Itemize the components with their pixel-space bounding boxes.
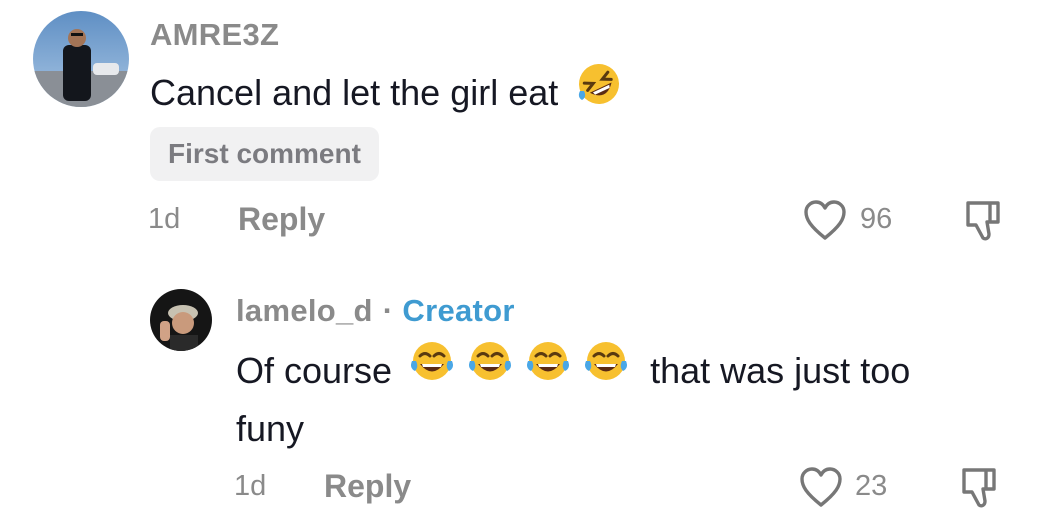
reply-username[interactable]: lamelo_d (236, 293, 373, 328)
reply-text-line2: funy (236, 408, 305, 450)
reply-text: Of course that was just too funy (236, 342, 911, 457)
like-count: 96 (860, 203, 893, 235)
reply-text-line1: Of course that was just too (236, 342, 911, 401)
comment-text-label: Cancel and let the girl eat (150, 72, 559, 113)
tears-of-joy-emoji-group (408, 342, 640, 391)
reply-time: 1d (234, 470, 267, 502)
reply-button[interactable]: Reply (238, 201, 325, 238)
face-with-tears-of-joy-emoji (582, 339, 630, 401)
separator-dot: · (382, 293, 394, 328)
reply-text-start: Of course (236, 350, 393, 391)
face-with-tears-of-joy-emoji (524, 339, 572, 401)
reply-like-count: 23 (855, 470, 888, 502)
first-comment-badge: First comment (150, 127, 379, 181)
face-with-tears-of-joy-emoji (466, 339, 514, 401)
comment-text: Cancel and let the girl eat (150, 64, 622, 123)
reply-like-heart-icon[interactable] (798, 465, 844, 514)
reply-dislike-icon[interactable] (956, 465, 1004, 516)
comment-username[interactable]: AMRE3Z (150, 17, 279, 53)
reply-username-row: lamelo_d · Creator (236, 293, 515, 329)
creator-avatar[interactable] (150, 289, 212, 351)
rolling-on-floor-laughing-emoji (576, 61, 622, 123)
creator-label: Creator (402, 293, 515, 328)
reply-text-end: that was just too (650, 350, 911, 391)
comment-time: 1d (148, 203, 181, 235)
like-heart-icon[interactable] (802, 198, 848, 247)
face-with-tears-of-joy-emoji (408, 339, 456, 401)
dislike-icon[interactable] (960, 198, 1008, 249)
avatar[interactable] (33, 11, 129, 107)
reply-to-reply-button[interactable]: Reply (324, 468, 411, 505)
